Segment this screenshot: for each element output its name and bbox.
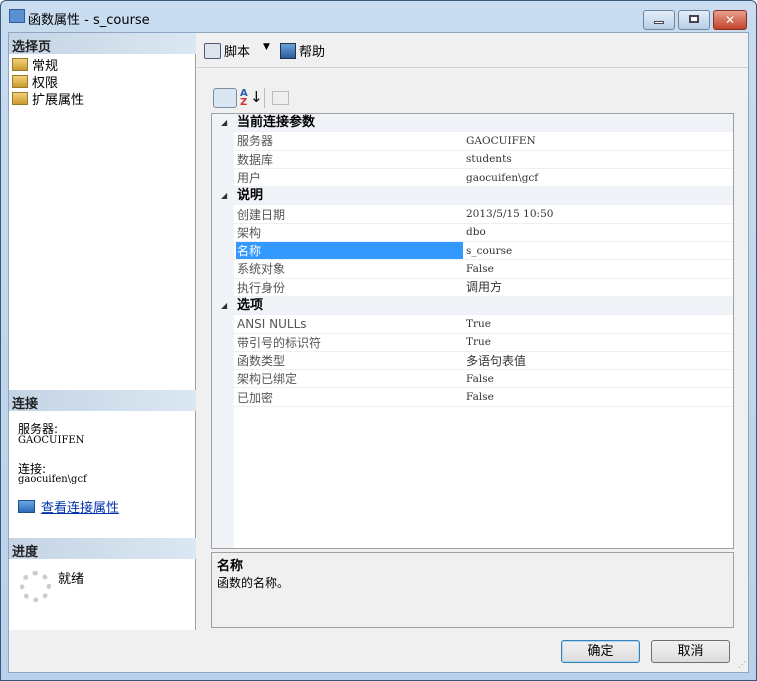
collapse-triangle-icon[interactable]: ◢ [221,118,227,127]
description-text: 函数的名称。 [217,576,290,590]
property-row[interactable]: 服务器 GAOCUIFEN [212,132,733,151]
page-general[interactable]: 常规 [12,56,58,74]
property-name: 函数类型 [237,353,286,368]
property-name: 架构 [237,225,262,240]
property-value[interactable]: GAOCUIFEN [466,132,536,150]
ok-button[interactable]: 确定 [561,640,640,663]
property-value[interactable]: 2013/5/15 10:50 [466,205,553,223]
select-page-header: 选择页 [9,33,196,55]
progress-header: 进度 [9,538,196,560]
property-row[interactable]: 用户 gaocuifen\gcf [212,169,733,188]
property-row[interactable]: 带引号的标识符 True [212,334,733,352]
property-name: 带引号的标识符 [237,335,322,350]
close-button[interactable]: ✕ [713,10,747,30]
category-row[interactable]: ◢ 选项 [212,297,733,316]
property-value[interactable]: s_course [466,242,512,260]
progress-spinner-icon [20,571,51,602]
property-row[interactable]: 创建日期 2013/5/15 10:50 [212,206,733,224]
description-pane: 名称 函数的名称。 [211,552,734,628]
property-row[interactable]: 架构 dbo [212,223,733,243]
page-permissions[interactable]: 权限 [12,73,58,91]
property-value[interactable]: 多语句表值 [466,352,526,370]
property-row[interactable]: 系统对象 False [212,260,733,279]
property-name: ANSI NULLs [237,317,307,332]
property-value[interactable]: 调用方 [466,278,502,296]
property-name: 已加密 [237,390,274,405]
script-icon [204,42,221,59]
progress-status: 就绪 [58,572,85,587]
property-pages-icon[interactable] [272,91,289,105]
minimize-button[interactable] [643,10,675,30]
script-button[interactable]: 脚本 [204,41,250,60]
server-value: GAOCUIFEN [18,435,85,446]
property-row[interactable]: 函数类型 多语句表值 [212,352,733,371]
categorized-view-button[interactable] [213,88,237,108]
property-row[interactable]: 名称 s_course [212,242,733,261]
property-value[interactable]: True [466,333,491,351]
app-icon [9,9,25,23]
property-value[interactable]: False [466,260,494,278]
toolbar-divider [264,88,265,108]
property-row[interactable]: ANSI NULLs True [212,315,733,334]
page-extended-properties[interactable]: 扩展属性 [12,90,84,108]
resize-grip-icon[interactable]: ⋰ [738,660,746,669]
description-title: 名称 [217,559,244,574]
view-connection-properties-link[interactable]: 查看连接属性 [41,497,119,516]
property-name: 数据库 [237,152,274,167]
property-value[interactable]: students [466,150,512,168]
collapse-triangle-icon[interactable]: ◢ [221,301,227,310]
property-name: 创建日期 [237,207,286,222]
page-icon [12,92,28,105]
help-button[interactable]: 帮助 [280,41,325,60]
category-row[interactable]: ◢ 当前连接参数 [212,114,733,133]
page-icon [12,75,28,88]
cancel-button[interactable]: 取消 [651,640,730,663]
page-icon [12,58,28,71]
property-grid: ◢ 当前连接参数 服务器 GAOCUIFEN 数据库 students 用户 gaocuife… [211,113,734,549]
property-row[interactable]: 数据库 students [212,151,733,169]
category-label: 说明 [237,188,264,204]
maximize-button[interactable] [678,10,710,30]
property-name: 用户 [237,170,262,185]
property-value[interactable]: gaocuifen\gcf [466,169,538,187]
window-title: 函数属性 - s_course [28,13,150,28]
property-row[interactable]: 架构已绑定 False [212,370,733,389]
property-value[interactable]: False [466,388,494,406]
connection-value: gaocuifen\gcf [18,474,87,485]
help-icon [280,42,296,59]
property-value[interactable]: dbo [466,223,486,241]
property-row[interactable]: 已加密 False [212,389,733,407]
property-name: 服务器 [237,134,274,149]
connection-header: 连接 [9,390,196,412]
property-name: 系统对象 [237,262,286,277]
property-name: 执行身份 [237,280,286,295]
connection-properties-icon [18,500,35,513]
collapse-triangle-icon[interactable]: ◢ [221,191,227,200]
category-row[interactable]: ◢ 说明 [212,187,733,206]
property-value[interactable]: False [466,370,494,388]
property-name: 架构已绑定 [237,372,298,387]
category-label: 选项 [237,298,264,313]
script-dropdown-chevron-icon[interactable]: ▼ [263,42,270,52]
sort-arrow-icon: ↓ [250,88,263,106]
property-value[interactable]: True [466,315,491,333]
alphabetical-sort-icon[interactable]: AZ [240,89,248,108]
property-row[interactable]: 执行身份 调用方 [212,279,733,297]
category-label: 当前连接参数 [237,115,316,130]
property-name: 名称 [236,242,463,260]
